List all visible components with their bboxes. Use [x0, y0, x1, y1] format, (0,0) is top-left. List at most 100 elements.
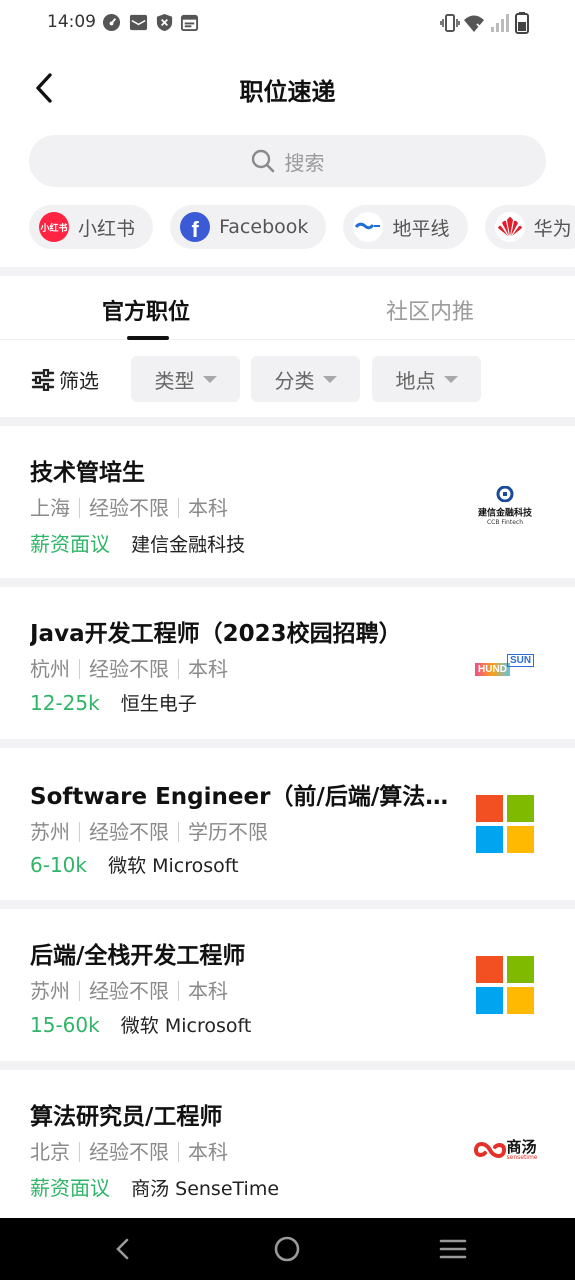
company-chip-label: 华为 — [533, 217, 572, 240]
filter-sliders-icon — [31, 368, 55, 391]
job-company: 微软 Microsoft — [108, 855, 239, 877]
horizon-logo-icon — [353, 212, 384, 242]
job-title: 技术管培生 — [30, 460, 145, 486]
job-company: 建信金融科技 — [131, 534, 246, 556]
huawei-logo-icon — [494, 212, 525, 242]
job-education: 本科 — [188, 1140, 228, 1164]
microsoft-logo — [471, 955, 539, 1015]
section-divider — [0, 578, 575, 587]
dropdown-type-label: 类型 — [154, 368, 195, 393]
job-city: 杭州 — [30, 657, 70, 681]
section-divider — [0, 417, 575, 426]
job-card[interactable]: Java开发工程师（2023校园招聘） 杭州 经验不限 本科 12-25k 恒生电子… — [0, 587, 575, 739]
company-chip-label: 小红书 — [78, 217, 136, 240]
job-city: 苏州 — [30, 820, 70, 844]
ccb-fintech-logo: 建信金融科技 CCB Fintech — [471, 476, 539, 536]
job-company: 恒生电子 — [120, 693, 197, 715]
nav-back-button[interactable] — [104, 1232, 140, 1266]
job-salary: 12-25k — [30, 691, 100, 715]
job-city: 北京 — [30, 1140, 70, 1164]
company-chip-facebook[interactable]: f Facebook — [170, 205, 327, 249]
tab-indicator — [127, 336, 169, 340]
status-time: 14:09 — [47, 12, 96, 32]
section-divider — [0, 900, 575, 909]
job-salary: 6-10k — [30, 853, 87, 877]
company-chip-huawei[interactable]: 华为 — [484, 205, 575, 249]
job-salary: 薪资面议 — [30, 532, 110, 556]
job-title: Software Engineer（前/后端/算法工程… — [30, 784, 460, 810]
filter-button[interactable]: 筛选 — [31, 365, 99, 394]
nav-home-button[interactable] — [269, 1232, 305, 1266]
job-title: 算法研究员/工程师 — [30, 1104, 223, 1130]
job-experience: 经验不限 — [89, 657, 169, 681]
job-salary: 薪资面议 — [30, 1176, 110, 1200]
job-education: 学历不限 — [188, 820, 268, 844]
caret-down-icon — [443, 375, 458, 383]
job-meta: 苏州 经验不限 学历不限 — [30, 816, 268, 845]
search-icon — [251, 149, 274, 173]
job-city: 苏州 — [30, 979, 70, 1003]
job-meta: 北京 经验不限 本科 — [30, 1136, 228, 1165]
page-title: 职位速递 — [239, 78, 336, 106]
company-chip-label: Facebook — [219, 216, 309, 238]
wifi-icon — [464, 15, 484, 32]
xiaohongshu-logo-icon: 小红书 — [39, 212, 69, 242]
company-chip-label: 地平线 — [392, 217, 450, 240]
dropdown-location[interactable]: 地点 — [372, 356, 481, 402]
vibrate-icon — [440, 14, 460, 32]
job-experience: 经验不限 — [89, 979, 169, 1003]
signal-icon — [491, 14, 509, 32]
job-card[interactable]: 技术管培生 上海 经验不限 本科 薪资面议 建信金融科技 建信金融科技 CCB Fi… — [0, 426, 575, 578]
hundsun-logo: HUND SUN — [471, 637, 539, 697]
tab-official-jobs[interactable]: 官方职位 — [102, 294, 190, 326]
nav-menu-button[interactable] — [435, 1232, 471, 1266]
caret-down-icon — [322, 375, 337, 383]
search-input[interactable]: 搜索 — [29, 135, 546, 187]
back-icon — [116, 1238, 129, 1260]
dropdown-type[interactable]: 类型 — [131, 356, 240, 402]
job-experience: 经验不限 — [89, 496, 169, 520]
filter-label: 筛选 — [59, 369, 99, 393]
home-icon — [274, 1236, 300, 1262]
company-chip-list: 小红书 小红书 f Facebook 地平线 华为 — [29, 205, 575, 249]
shield-icon — [156, 13, 173, 32]
job-card[interactable]: Software Engineer（前/后端/算法工程… 苏州 经验不限 学历不限 … — [0, 748, 575, 900]
system-nav-bar — [0, 1218, 575, 1280]
job-meta: 上海 经验不限 本科 — [30, 492, 228, 521]
job-card[interactable]: 后端/全栈开发工程师 苏州 经验不限 本科 15-60k 微软 Microsoft — [0, 909, 575, 1061]
job-company: 商汤 SenseTime — [131, 1178, 280, 1200]
company-chip-xiaohongshu[interactable]: 小红书 小红书 — [29, 205, 154, 249]
job-experience: 经验不限 — [89, 1140, 169, 1164]
battery-icon — [515, 12, 529, 34]
section-divider — [0, 267, 575, 276]
tab-bar: 官方职位 社区内推 — [0, 276, 575, 340]
job-title: 后端/全栈开发工程师 — [30, 943, 246, 969]
job-education: 本科 — [188, 657, 228, 681]
search-placeholder: 搜索 — [284, 150, 325, 175]
microsoft-logo — [471, 794, 539, 854]
job-education: 本科 — [188, 496, 228, 520]
facebook-logo-icon: f — [180, 212, 211, 242]
job-education: 本科 — [188, 979, 228, 1003]
mail-icon — [129, 14, 148, 31]
job-card[interactable]: 算法研究员/工程师 北京 经验不限 本科 薪资面议 商汤 SenseTime 商汤 … — [0, 1070, 575, 1218]
job-city: 上海 — [30, 496, 70, 520]
tab-community-referral[interactable]: 社区内推 — [386, 294, 474, 326]
job-salary: 15-60k — [30, 1013, 100, 1037]
job-company: 微软 Microsoft — [120, 1015, 252, 1037]
job-meta: 苏州 经验不限 本科 — [30, 975, 228, 1004]
dropdown-location-label: 地点 — [395, 368, 436, 393]
dropdown-category[interactable]: 分类 — [251, 356, 360, 402]
dropdown-category-label: 分类 — [274, 368, 315, 393]
job-experience: 经验不限 — [89, 820, 169, 844]
company-chip-horizon[interactable]: 地平线 — [343, 205, 468, 249]
section-divider — [0, 739, 575, 748]
calendar-icon — [180, 14, 199, 32]
job-meta: 杭州 经验不限 本科 — [30, 653, 228, 682]
filter-bar: 筛选 类型 分类 地点 — [0, 341, 575, 417]
job-title: Java开发工程师（2023校园招聘） — [30, 621, 402, 647]
status-bar: 14:09 — [0, 0, 575, 48]
caret-down-icon — [202, 375, 217, 383]
sensetime-logo: 商汤 sensetime — [468, 1120, 542, 1180]
header: 职位速递 — [0, 56, 575, 120]
